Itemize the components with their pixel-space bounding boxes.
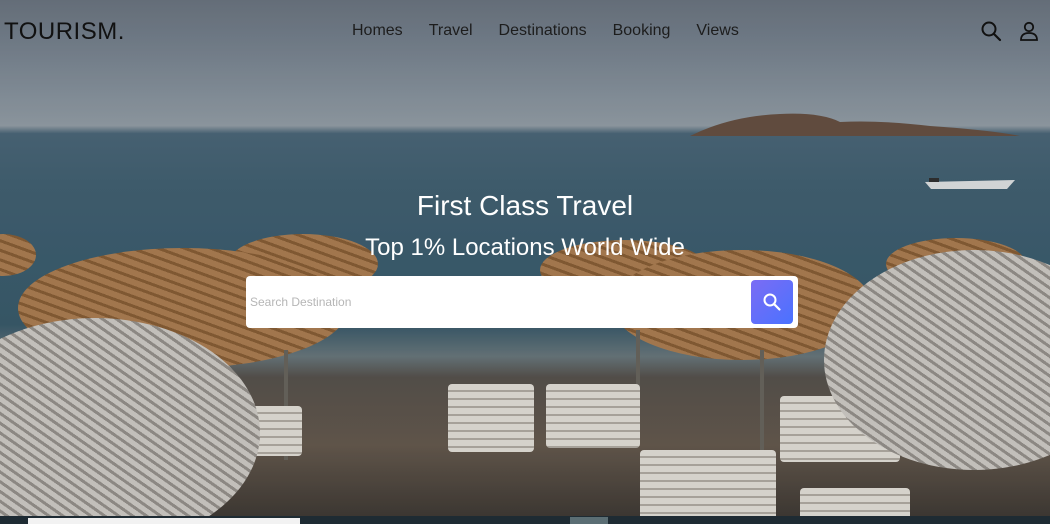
nav-item-destinations[interactable]: Destinations bbox=[499, 22, 587, 40]
hero-overlay bbox=[0, 0, 1050, 524]
nav-item-booking[interactable]: Booking bbox=[613, 22, 671, 40]
hero-section: TOURISM. Homes Travel Destinations Booki… bbox=[0, 0, 1050, 524]
nav-item-homes[interactable]: Homes bbox=[352, 22, 403, 40]
top-navigation: TOURISM. Homes Travel Destinations Booki… bbox=[0, 0, 1050, 64]
brand-logo[interactable]: TOURISM. bbox=[4, 18, 125, 46]
user-icon[interactable] bbox=[1018, 20, 1040, 42]
search-destination-input[interactable] bbox=[248, 289, 732, 315]
nav-item-travel[interactable]: Travel bbox=[429, 22, 473, 40]
taskbar-window bbox=[570, 517, 608, 524]
nav-item-views[interactable]: Views bbox=[696, 22, 738, 40]
taskbar-window bbox=[28, 518, 300, 524]
hero-title: First Class Travel bbox=[416, 190, 634, 221]
search-icon bbox=[763, 293, 781, 311]
search-button[interactable] bbox=[751, 280, 793, 324]
hero-subtitle: Top 1% Locations World Wide bbox=[365, 234, 685, 261]
search-icon[interactable] bbox=[980, 20, 1002, 42]
nav-menu: Homes Travel Destinations Booking Views bbox=[352, 22, 739, 40]
destination-search-bar bbox=[246, 276, 798, 328]
nav-icons bbox=[980, 20, 1040, 42]
